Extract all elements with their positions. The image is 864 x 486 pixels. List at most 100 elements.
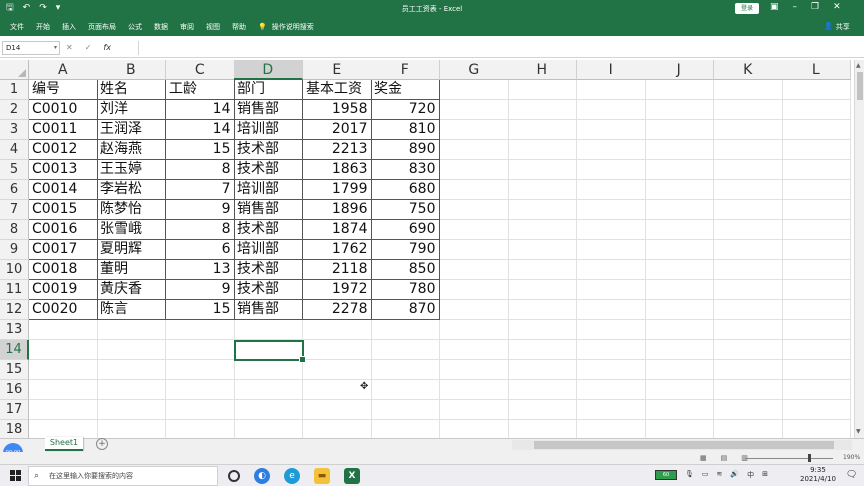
empty-cell[interactable]: [508, 280, 577, 300]
empty-cell[interactable]: [645, 300, 714, 320]
column-header-i[interactable]: I: [577, 60, 646, 80]
chevron-down-icon[interactable]: ▾: [54, 42, 57, 54]
table-cell[interactable]: C0013: [29, 160, 98, 180]
row-header-6[interactable]: 6: [0, 180, 29, 200]
empty-cell[interactable]: [440, 180, 509, 200]
empty-cell[interactable]: [303, 400, 372, 420]
header-cell[interactable]: 基本工资: [303, 80, 372, 100]
empty-cell[interactable]: [782, 120, 851, 140]
table-cell[interactable]: 王润泽: [97, 120, 166, 140]
empty-cell[interactable]: [166, 380, 235, 400]
tab-page-layout[interactable]: 页面布局: [88, 22, 116, 32]
table-cell[interactable]: 技术部: [234, 220, 303, 240]
column-header-b[interactable]: B: [97, 60, 166, 80]
empty-cell[interactable]: [782, 420, 851, 438]
taskbar-clock[interactable]: 9:35 2021/4/10: [800, 466, 836, 484]
table-cell[interactable]: 8: [166, 220, 235, 240]
empty-cell[interactable]: [714, 180, 783, 200]
table-cell[interactable]: 培训部: [234, 180, 303, 200]
header-cell[interactable]: 姓名: [97, 80, 166, 100]
edge-browser-icon[interactable]: e: [284, 468, 300, 484]
empty-cell[interactable]: [508, 80, 577, 100]
empty-cell[interactable]: [508, 260, 577, 280]
empty-cell[interactable]: [440, 300, 509, 320]
empty-cell[interactable]: [440, 220, 509, 240]
zoom-slider[interactable]: [745, 458, 833, 459]
row-header-15[interactable]: 15: [0, 360, 29, 380]
empty-cell[interactable]: [782, 400, 851, 420]
empty-cell[interactable]: [440, 320, 509, 340]
row-header-18[interactable]: 18: [0, 420, 29, 438]
empty-cell[interactable]: [97, 320, 166, 340]
empty-cell[interactable]: [29, 380, 98, 400]
empty-cell[interactable]: [714, 420, 783, 438]
table-cell[interactable]: C0019: [29, 280, 98, 300]
table-cell[interactable]: 1958: [303, 100, 372, 120]
empty-cell[interactable]: [782, 140, 851, 160]
empty-cell[interactable]: [782, 100, 851, 120]
table-cell[interactable]: C0011: [29, 120, 98, 140]
empty-cell[interactable]: [714, 100, 783, 120]
empty-cell[interactable]: [577, 320, 646, 340]
empty-cell[interactable]: [577, 140, 646, 160]
empty-cell[interactable]: [782, 280, 851, 300]
row-header-17[interactable]: 17: [0, 400, 29, 420]
table-cell[interactable]: 销售部: [234, 200, 303, 220]
empty-cell[interactable]: [577, 200, 646, 220]
empty-cell[interactable]: [714, 300, 783, 320]
empty-cell[interactable]: [645, 200, 714, 220]
column-header-e[interactable]: E: [303, 60, 372, 80]
restore-icon[interactable]: ❐: [811, 2, 819, 12]
empty-cell[interactable]: [371, 400, 440, 420]
empty-cell[interactable]: [645, 260, 714, 280]
column-header-g[interactable]: G: [440, 60, 509, 80]
notification-icon[interactable]: 🗨: [846, 470, 857, 480]
table-cell[interactable]: 9: [166, 280, 235, 300]
empty-cell[interactable]: [782, 200, 851, 220]
empty-cell[interactable]: [782, 380, 851, 400]
column-header-c[interactable]: C: [166, 60, 235, 80]
ime-mode-icon[interactable]: ⊞: [762, 470, 768, 480]
empty-cell[interactable]: [440, 100, 509, 120]
empty-cell[interactable]: [782, 260, 851, 280]
empty-cell[interactable]: [371, 360, 440, 380]
page-layout-view-icon[interactable]: ▤: [721, 454, 728, 462]
empty-cell[interactable]: [508, 200, 577, 220]
empty-cell[interactable]: [234, 420, 303, 438]
empty-cell[interactable]: [714, 240, 783, 260]
empty-cell[interactable]: [29, 400, 98, 420]
row-header-3[interactable]: 3: [0, 120, 29, 140]
table-cell[interactable]: 8: [166, 160, 235, 180]
table-cell[interactable]: 2017: [303, 120, 372, 140]
table-cell[interactable]: 培训部: [234, 240, 303, 260]
empty-cell[interactable]: [714, 280, 783, 300]
table-cell[interactable]: 15: [166, 300, 235, 320]
table-cell[interactable]: 680: [371, 180, 440, 200]
empty-cell[interactable]: [303, 360, 372, 380]
empty-cell[interactable]: [577, 360, 646, 380]
empty-cell[interactable]: [303, 340, 372, 360]
empty-cell[interactable]: [166, 320, 235, 340]
empty-cell[interactable]: [577, 160, 646, 180]
empty-cell[interactable]: [714, 260, 783, 280]
table-cell[interactable]: 张雪峨: [97, 220, 166, 240]
table-cell[interactable]: 810: [371, 120, 440, 140]
empty-cell[interactable]: [645, 420, 714, 438]
table-cell[interactable]: 1863: [303, 160, 372, 180]
file-explorer-icon[interactable]: ▬: [314, 468, 330, 484]
row-header-1[interactable]: 1: [0, 80, 29, 100]
windows-start-icon[interactable]: [10, 470, 21, 481]
table-cell[interactable]: 790: [371, 240, 440, 260]
app-blue-icon[interactable]: ◐: [254, 468, 270, 484]
empty-cell[interactable]: [166, 400, 235, 420]
empty-cell[interactable]: [577, 220, 646, 240]
table-cell[interactable]: 2278: [303, 300, 372, 320]
table-cell[interactable]: 销售部: [234, 300, 303, 320]
scroll-up-icon[interactable]: ▲: [856, 62, 861, 69]
task-view-icon[interactable]: [228, 470, 240, 482]
table-cell[interactable]: 陈梦怡: [97, 200, 166, 220]
table-cell[interactable]: 9: [166, 200, 235, 220]
empty-cell[interactable]: [577, 380, 646, 400]
mic-icon[interactable]: 🎙: [685, 470, 694, 480]
empty-cell[interactable]: [577, 260, 646, 280]
